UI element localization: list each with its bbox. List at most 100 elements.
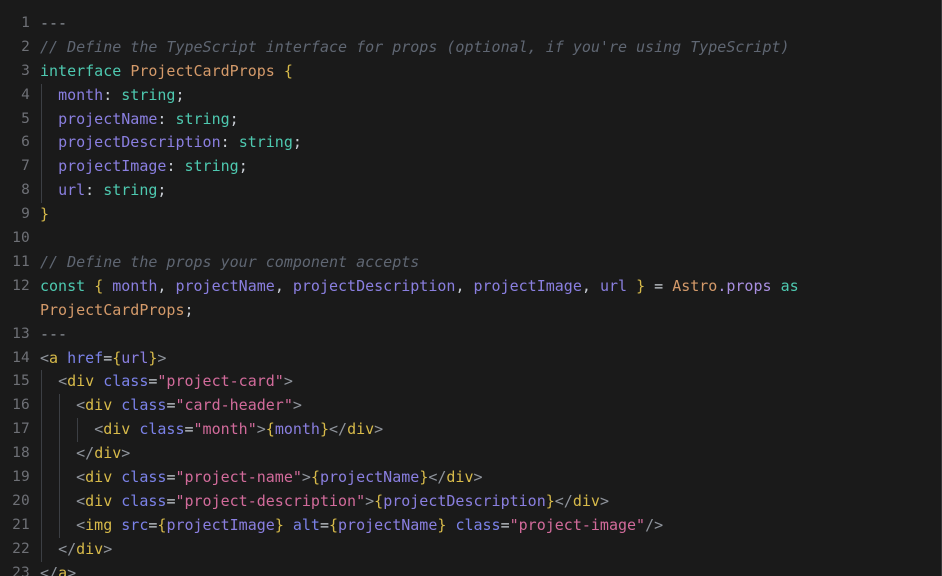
- code-text: <div class="month">{month}</div>: [40, 420, 383, 438]
- code-token: alt: [292, 515, 320, 534]
- code-text: // Define the TypeScript interface for p…: [40, 38, 790, 56]
- code-line[interactable]: 20 <div class="project-description">{pro…: [0, 490, 941, 514]
- code-token: >: [103, 539, 113, 558]
- code-line-content: <div class="project-card">: [40, 370, 941, 395]
- code-token: projectImage: [473, 276, 582, 295]
- code-text: const { month, projectName, projectDescr…: [40, 277, 808, 295]
- code-token: =: [103, 348, 113, 367]
- code-text: <img src={projectImage} alt={projectName…: [40, 516, 663, 534]
- code-line[interactable]: 9}: [0, 203, 941, 227]
- code-line[interactable]: 3 interface ProjectCardProps {: [0, 60, 941, 84]
- code-line[interactable]: 11 // Define the props your component acc…: [0, 251, 941, 275]
- code-line-content: }: [40, 203, 941, 227]
- code-line[interactable]: 8 url: string;: [0, 179, 941, 204]
- code-token: div: [572, 492, 600, 511]
- code-token: href: [67, 348, 104, 367]
- code-token: :: [103, 85, 122, 104]
- code-token: class: [455, 515, 501, 534]
- code-token: ,: [455, 276, 474, 295]
- code-line[interactable]: 5 projectName: string;: [0, 107, 941, 132]
- code-line[interactable]: 17 <div class="month">{month}</div>: [0, 418, 941, 443]
- code-line[interactable]: 14 <a href={url}>: [0, 347, 941, 371]
- line-number: 4: [21, 86, 30, 103]
- code-token: div: [94, 444, 122, 463]
- code-line-content: <a href={url}>: [40, 347, 941, 371]
- code-text: <a href={url}>: [40, 349, 166, 367]
- code-text: }: [40, 205, 49, 223]
- code-token: />: [645, 515, 664, 534]
- code-line[interactable]: 19 <div class="project-name">{projectNam…: [0, 466, 941, 491]
- code-token: class: [121, 492, 167, 511]
- code-line[interactable]: 23 </a>: [0, 562, 941, 576]
- line-number: 19: [12, 469, 30, 486]
- line-number: 11: [12, 253, 30, 270]
- code-line[interactable]: 6 projectDescription: string;: [0, 131, 941, 156]
- code-token: string: [175, 109, 230, 128]
- code-line-content: </a>: [40, 562, 941, 576]
- code-token: string: [121, 85, 176, 104]
- code-token: <: [58, 372, 68, 391]
- code-text: interface ProjectCardProps {: [40, 62, 293, 80]
- code-token: class: [121, 396, 167, 415]
- code-line[interactable]: 13 ---: [0, 323, 941, 347]
- line-number: 23: [12, 564, 30, 576]
- code-line[interactable]: 21 <img src={projectImage} alt={projectN…: [0, 513, 941, 538]
- code-token: :: [157, 109, 176, 128]
- code-line-content: <div class="project-name">{projectName}<…: [40, 466, 941, 491]
- code-token: }: [274, 515, 284, 534]
- code-token: ;: [157, 181, 167, 200]
- code-token: url: [58, 181, 86, 200]
- code-token: </: [329, 420, 348, 439]
- code-token: projectImage: [166, 515, 275, 534]
- code-line[interactable]: 1 ---: [0, 12, 941, 36]
- code-text: </div>: [40, 444, 130, 462]
- code-line[interactable]: 12 const { month, projectName, projectDes…: [0, 275, 941, 299]
- code-token: as: [780, 276, 799, 295]
- line-number: 1: [21, 14, 30, 31]
- code-text: ---: [40, 325, 67, 343]
- code-line[interactable]: 18 </div>: [0, 442, 941, 467]
- code-token: ;: [238, 157, 248, 176]
- code-line-wrapped[interactable]: [0, 0, 941, 12]
- code-token: div: [85, 468, 113, 487]
- code-token: // Define the props your component accep…: [40, 252, 420, 271]
- code-token: ;: [229, 109, 239, 128]
- code-token: interface: [40, 61, 122, 80]
- code-token: class: [121, 468, 167, 487]
- code-line-content: projectName: string;: [40, 107, 941, 132]
- code-token: :: [85, 181, 104, 200]
- code-line[interactable]: 16 <div class="card-header">: [0, 394, 941, 419]
- code-line-content: <div class="month">{month}</div>: [40, 418, 941, 443]
- code-line[interactable]: 10: [0, 227, 941, 251]
- code-editor[interactable]: 1 --- 2 // Define the TypeScript interface …: [0, 0, 942, 576]
- code-line[interactable]: 4 month: string;: [0, 83, 941, 108]
- line-number: 12: [12, 277, 30, 294]
- code-token: >: [473, 468, 483, 487]
- code-line-content: interface ProjectCardProps {: [40, 60, 941, 84]
- code-token: string: [238, 133, 293, 152]
- code-token: const: [40, 276, 86, 295]
- code-line[interactable]: 7 projectImage: string;: [0, 155, 941, 180]
- code-line[interactable]: 15 <div class="project-card">: [0, 370, 941, 395]
- code-line[interactable]: 22 </div>: [0, 537, 941, 562]
- code-token: >: [157, 348, 167, 367]
- code-token: .props: [717, 276, 772, 295]
- code-line-content: ---: [40, 12, 941, 36]
- line-number: 17: [12, 421, 30, 438]
- code-token: src: [121, 515, 149, 534]
- code-line-content: url: string;: [40, 179, 941, 204]
- code-line-wrapped[interactable]: ProjectCardProps;: [0, 299, 941, 323]
- code-token: div: [76, 539, 104, 558]
- code-scroll-area[interactable]: 1 --- 2 // Define the TypeScript interface …: [0, 0, 941, 576]
- code-line[interactable]: 2 // Define the TypeScript interface for …: [0, 36, 941, 60]
- code-line-content: // Define the props your component accep…: [40, 251, 941, 275]
- code-token: projectName: [319, 468, 420, 487]
